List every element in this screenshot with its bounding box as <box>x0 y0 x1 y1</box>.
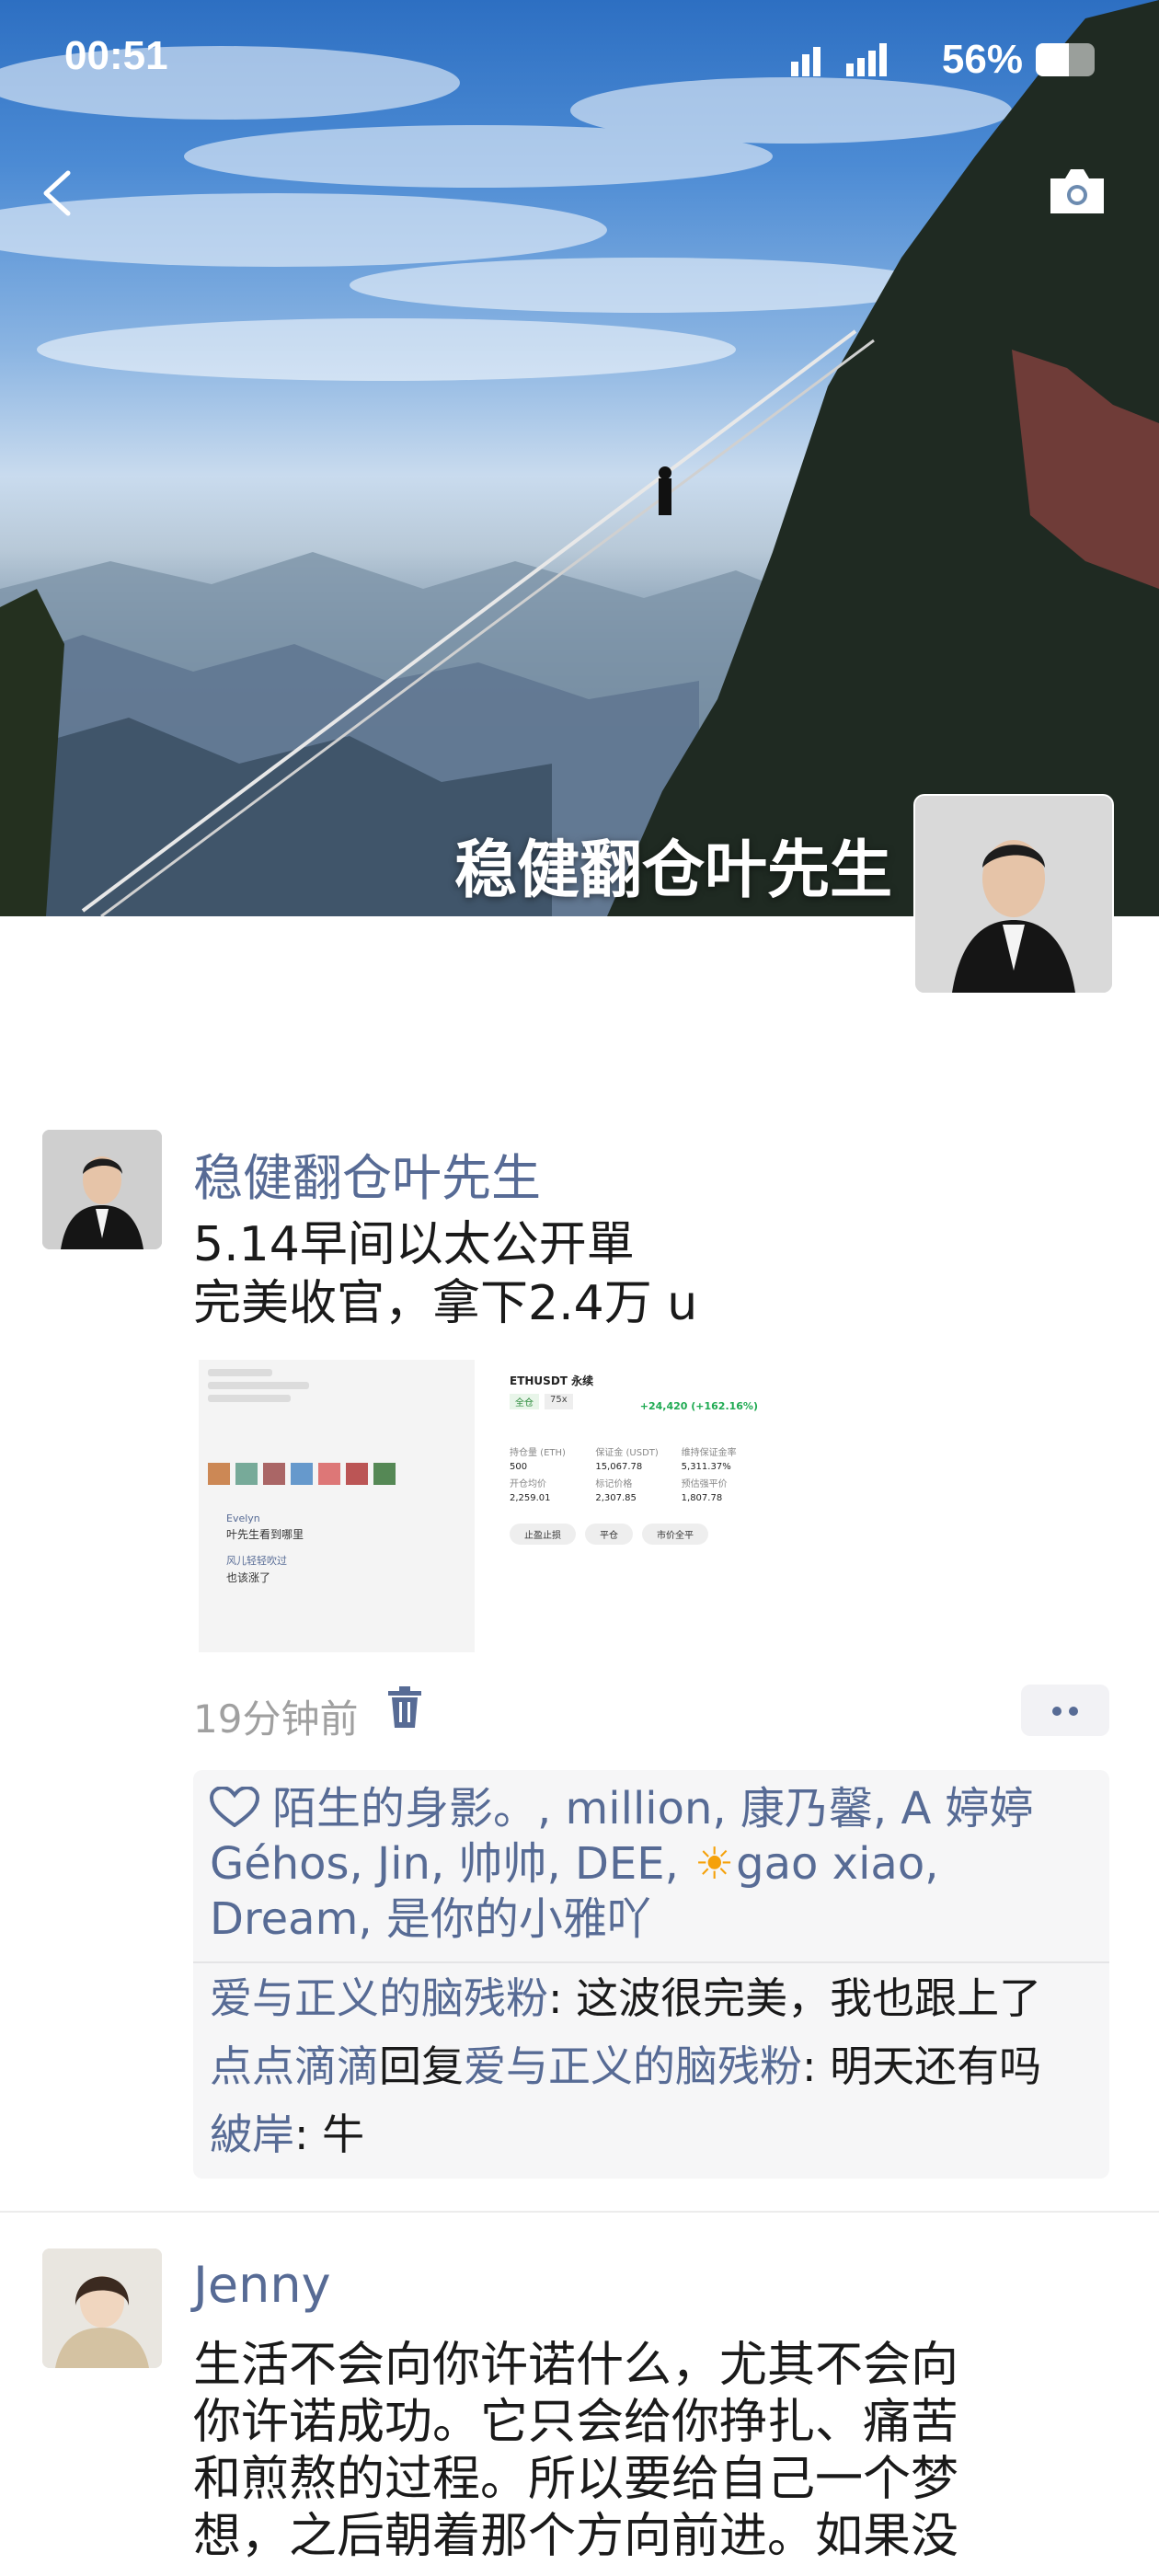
battery-percent: 56% <box>941 37 1023 82</box>
post-text-line: 你许诺成功。它只会给你挣扎、痛苦 <box>193 2395 959 2450</box>
trade-value: 15,067.78 <box>595 1462 643 1472</box>
post-text-line: 生活不会向你许诺什么，尤其不会向 <box>193 2338 959 2393</box>
more-actions-button[interactable] <box>1021 1685 1109 1736</box>
chevron-left-icon <box>43 170 71 216</box>
back-button[interactable] <box>33 166 88 221</box>
post-text-line: 和煎熬的过程。所以要给自己一个梦 <box>193 2452 959 2507</box>
camera-icon <box>1050 169 1104 213</box>
post-avatar[interactable] <box>42 1130 162 1249</box>
delete-button[interactable] <box>384 1685 425 1730</box>
sun-emoji-icon: ☀ <box>694 1838 735 1890</box>
trade-label: 预估强平价 <box>681 1479 728 1489</box>
comment-author[interactable]: 点点滴滴 <box>210 2041 379 2091</box>
trade-leverage: 75x <box>545 1394 573 1409</box>
comment-author[interactable]: 爱与正义的脑残粉 <box>210 1973 548 2023</box>
chat-message: 叶先生看到哪里 <box>226 1528 304 1541</box>
chat-name: Evelyn <box>226 1512 260 1524</box>
status-icons: 56% <box>790 37 1095 83</box>
trade-button: 平仓 <box>585 1524 633 1545</box>
divider <box>193 1961 1109 1963</box>
trade-label: 保证金 (USDT) <box>595 1448 659 1458</box>
comment-separator: : <box>802 2041 831 2091</box>
comment-text: 明天还有吗 <box>830 2041 1042 2091</box>
comment[interactable]: 紴岸: 牛 <box>210 2107 1102 2162</box>
heart-icon <box>210 1787 259 1827</box>
comment-text: 这波很完美，我也跟上了 <box>576 1973 1042 2023</box>
trade-button: 市价全平 <box>642 1524 708 1545</box>
trade-value: 2,259.01 <box>510 1493 551 1503</box>
comment[interactable]: 爱与正义的脑残粉: 这波很完美，我也跟上了 <box>210 1971 1102 2026</box>
trade-value: 2,307.85 <box>595 1493 637 1503</box>
comment[interactable]: 点点滴滴回复爱与正义的脑残粉: 明天还有吗 <box>210 2039 1102 2094</box>
trade-title: ETHUSDT 永续 <box>510 1374 594 1387</box>
post-avatar[interactable] <box>42 2248 162 2368</box>
post-images: Evelyn 叶先生看到哪里 风儿轻轻吹过 也该涨了 ETHUSDT 永续 全仓… <box>193 1360 763 1654</box>
comment-separator: : <box>548 1973 577 2023</box>
comment-reply-word: 回复 <box>379 2041 464 2091</box>
trade-label: 持仓量 (ETH) <box>510 1448 566 1458</box>
trade-label: 开仓均价 <box>510 1479 546 1489</box>
post-username[interactable]: 稳健翻仓叶先生 <box>193 1137 541 1210</box>
person-avatar-image <box>42 1130 162 1249</box>
trade-button: 止盈止损 <box>510 1524 576 1545</box>
profile-avatar[interactable] <box>913 794 1114 995</box>
battery-icon <box>1036 43 1095 76</box>
cover-image[interactable] <box>0 0 1159 916</box>
post-timestamp: 19分钟前 <box>193 1696 359 1742</box>
trade-value: 1,807.78 <box>681 1493 723 1503</box>
chat-name: 风儿轻轻吹过 <box>226 1555 287 1567</box>
trade-badge: 全仓 <box>510 1394 539 1409</box>
trade-label: 标记价格 <box>595 1479 633 1489</box>
dot-icon <box>1052 1707 1061 1716</box>
cover-landscape <box>0 0 1159 916</box>
comment-author[interactable]: 紴岸 <box>210 2110 294 2159</box>
comment-reply-to[interactable]: 爱与正义的脑残粉 <box>464 2041 802 2091</box>
dot-icon <box>1069 1707 1078 1716</box>
comment-separator: : <box>294 2110 323 2159</box>
post-image-trade[interactable]: ETHUSDT 永续 全仓 75x +24,420 (+162.16%) 持仓量… <box>488 1360 763 1652</box>
chat-message: 也该涨了 <box>226 1571 271 1584</box>
trade-pnl: +24,420 (+162.16%) <box>639 1400 758 1412</box>
trade-label: 维持保证金率 <box>681 1448 737 1458</box>
trash-icon <box>388 1686 421 1728</box>
comment-text: 牛 <box>322 2110 365 2159</box>
person-avatar-image <box>915 796 1112 993</box>
camera-button[interactable] <box>1045 164 1109 219</box>
status-bar: 00:51 56% <box>0 0 1159 129</box>
post-image-chat[interactable]: Evelyn 叶先生看到哪里 风儿轻轻吹过 也该涨了 <box>199 1360 475 1652</box>
person-avatar-image <box>42 2248 162 2368</box>
post-username[interactable]: Jenny <box>193 2256 331 2314</box>
post-divider <box>0 2211 1159 2213</box>
post-text-line: 想，之后朝着那个方向前进。如果没 <box>193 2509 959 2564</box>
likes-list: 陌生的身影。, million, 康乃馨, A 婷婷 Géhos, Jin, 帅… <box>210 1781 1093 1947</box>
interactions-panel: 陌生的身影。, million, 康乃馨, A 婷婷 Géhos, Jin, 帅… <box>193 1770 1109 2179</box>
post-text-line: 5.14早间以太公开單 <box>193 1217 635 1272</box>
trade-value: 500 <box>510 1462 528 1472</box>
status-time: 00:51 <box>64 33 168 78</box>
post-text-line: 完美收官，拿下2.4万 u <box>193 1276 698 1331</box>
trade-value: 5,311.37% <box>681 1462 731 1472</box>
cover-username: 稳健翻仓叶先生 <box>453 834 892 907</box>
signal-icon <box>790 43 887 76</box>
